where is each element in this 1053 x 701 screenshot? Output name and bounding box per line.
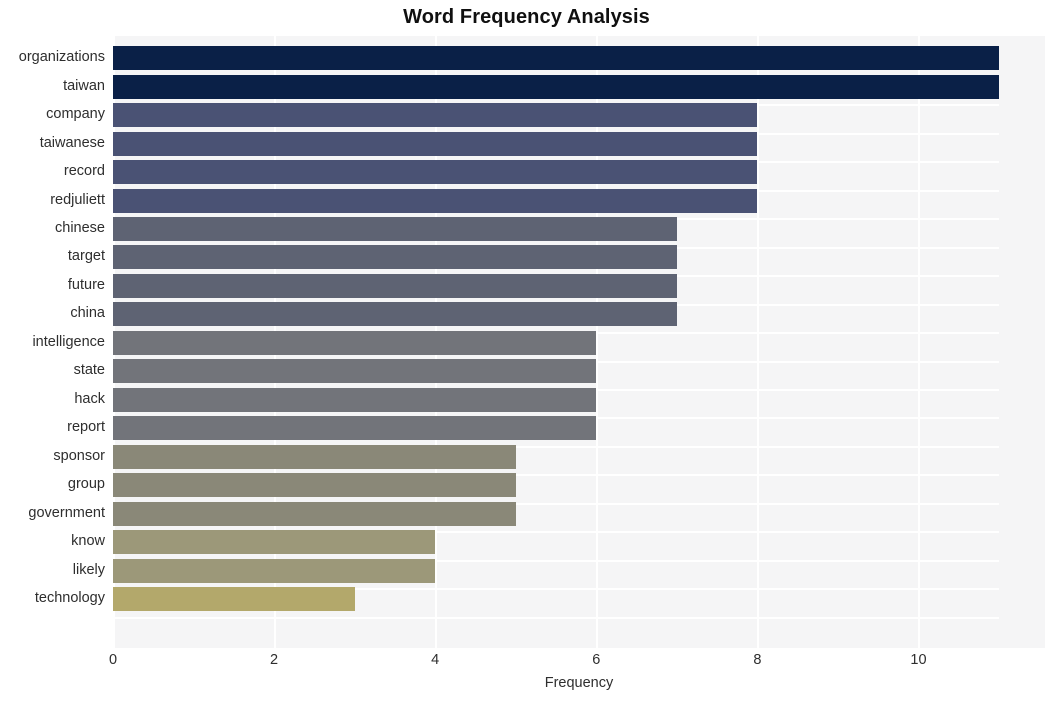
bar — [113, 330, 597, 355]
y-axis-tick-label: sponsor — [53, 447, 105, 464]
bar — [113, 501, 516, 526]
vertical-gridline — [757, 36, 760, 648]
y-axis-tick-label: report — [67, 419, 105, 436]
y-axis-tick-label: hack — [74, 390, 105, 407]
y-axis-tick-label: intelligence — [32, 333, 105, 350]
vertical-gridline — [918, 36, 921, 648]
y-axis-tick-label: group — [67, 476, 105, 493]
bar — [113, 188, 758, 213]
y-axis-tick-label: likely — [72, 561, 105, 578]
plot-area — [113, 36, 999, 648]
x-axis-tick-label: 8 — [753, 652, 762, 668]
y-axis-tick-label: china — [70, 305, 105, 322]
y-axis-tick-label: taiwanese — [39, 134, 105, 151]
vertical-gridline — [596, 36, 599, 648]
bar — [113, 131, 758, 156]
x-axis-tick-label: 6 — [592, 652, 601, 668]
bar — [113, 444, 516, 469]
bar — [113, 587, 355, 612]
bar — [113, 558, 436, 583]
x-axis-tick-label: 4 — [431, 652, 440, 668]
bar — [113, 359, 597, 384]
y-axis-tick-label: chinese — [55, 219, 105, 236]
bar — [113, 74, 999, 99]
y-axis-tick-label: taiwan — [63, 77, 105, 94]
y-axis-tick-label: redjuliett — [50, 191, 105, 208]
word-frequency-bar-chart: Word Frequency Analysis organizations tai… — [0, 0, 1053, 701]
y-axis-tick-label: record — [63, 163, 105, 180]
bar — [113, 103, 758, 128]
bar — [113, 387, 597, 412]
bar — [113, 530, 436, 555]
bar — [113, 273, 677, 298]
x-axis-label: Frequency — [544, 675, 614, 691]
y-axis-tick-label: technology — [34, 590, 105, 607]
x-axis-tick-label: 0 — [108, 652, 118, 668]
y-axis-tick-label: target — [67, 248, 105, 265]
bar — [113, 416, 597, 441]
y-axis-tick-label: government — [28, 504, 105, 521]
bar — [113, 216, 677, 241]
bar — [113, 302, 677, 327]
y-axis-tick-label: know — [71, 533, 105, 550]
bar — [113, 160, 758, 185]
x-axis-tick-label: 2 — [270, 652, 279, 668]
chart-title: Word Frequency Analysis — [403, 6, 650, 28]
horizontal-gridline — [113, 616, 999, 619]
bar — [113, 46, 999, 71]
y-axis-tick-label: state — [73, 362, 105, 379]
bar — [113, 473, 516, 498]
bar — [113, 245, 677, 270]
plot-panel-extension — [999, 36, 1045, 648]
y-axis-tick-label: organizations — [18, 49, 105, 66]
y-axis-tick-label: company — [46, 106, 105, 123]
y-axis-tick-label: future — [67, 276, 105, 293]
x-axis-tick-label: 10 — [910, 652, 927, 668]
